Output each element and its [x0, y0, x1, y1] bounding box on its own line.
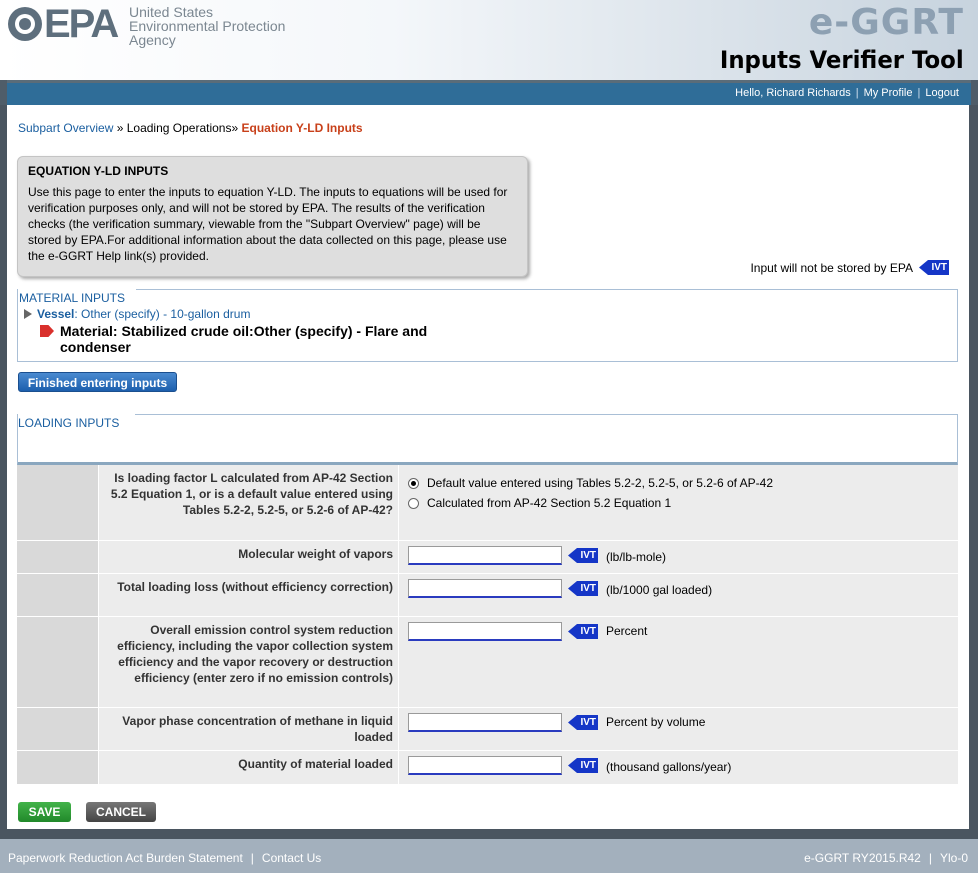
radio-default-value[interactable]: Default value entered using Tables 5.2-2… [408, 473, 773, 493]
app-name: e-GGRT [808, 2, 964, 43]
unit-label: Percent by volume [606, 715, 706, 729]
info-text: Use this page to enter the inputs to equ… [28, 185, 508, 263]
user-greeting: Hello, Richard Richards [735, 87, 851, 99]
loading-inputs-box [17, 414, 958, 466]
paperwork-link[interactable]: Paperwork Reduction Act Burden Statement [8, 851, 243, 865]
top-navbar: Hello, Richard Richards | My Profile | Logou… [0, 80, 978, 105]
cancel-button[interactable]: CANCEL [86, 802, 156, 822]
material-value: : Stabilized crude oil:Other (specify) -… [60, 323, 428, 355]
material-arrow-icon [40, 325, 54, 337]
version-text: e-GGRT RY2015.R42 [804, 851, 921, 865]
epa-flower-icon [8, 7, 42, 41]
row-label: Molecular weight of vapors [99, 541, 399, 573]
site-footer: Paperwork Reduction Act Burden Statement… [0, 839, 978, 873]
row-spacer [17, 574, 99, 616]
vessel-label: Vessel [37, 307, 75, 321]
finished-entering-inputs-button[interactable]: Finished entering inputs [18, 372, 177, 392]
loading-inputs-title: LOADING INPUTS [18, 416, 120, 430]
radio-label: Calculated from AP-42 Section 5.2 Equati… [427, 496, 672, 510]
expand-arrow-icon [24, 309, 32, 319]
breadcrumb-separator: » [113, 121, 127, 135]
footer-version: e-GGRT RY2015.R42 | Ylo-0 [804, 851, 968, 865]
methane-concentration-input[interactable] [408, 713, 562, 732]
version-code: Ylo-0 [939, 851, 968, 865]
radio-label: Default value entered using Tables 5.2-2… [427, 476, 773, 490]
ivt-tag-icon: IVT [568, 758, 598, 773]
section-divider [136, 289, 957, 290]
table-row: Overall emission control system reductio… [17, 617, 958, 708]
unit-label: (lb/lb-mole) [606, 550, 667, 564]
agency-line-3: Agency [129, 32, 176, 48]
vessel-value: : Other (specify) - 10-gallon drum [74, 307, 251, 321]
molecular-weight-input[interactable] [408, 546, 562, 565]
material-inputs-title: MATERIAL INPUTS [19, 291, 126, 305]
ivt-tag-icon: IVT [919, 260, 949, 275]
table-row: Vapor phase concentration of methane in … [17, 708, 958, 751]
row-input-cell: Default value entered using Tables 5.2-2… [399, 465, 958, 540]
material-label: Material [60, 323, 113, 339]
ivt-legend-text: Input will not be stored by EPA [750, 260, 913, 275]
info-box: EQUATION Y-LD INPUTS Use this page to en… [17, 156, 528, 277]
radio-button-selected[interactable] [408, 477, 419, 489]
table-row: Total loading loss (without efficiency c… [17, 574, 958, 617]
row-input-cell: IVT Percent by volume [399, 708, 958, 750]
breadcrumb-separator: » [231, 121, 242, 135]
unit-label: (thousand gallons/year) [606, 760, 732, 774]
ivt-tag-icon: IVT [568, 624, 598, 639]
agency-line-2: Environmental Protection [129, 18, 286, 34]
breadcrumb: Subpart Overview » Loading Operations» E… [18, 121, 363, 135]
app-subtitle: Inputs Verifier Tool [720, 46, 964, 74]
info-title: EQUATION Y-LD INPUTS [28, 164, 169, 178]
quantity-loaded-input[interactable] [408, 756, 562, 775]
epa-logo[interactable]: EPA [8, 2, 119, 46]
row-label: Overall emission control system reductio… [99, 617, 399, 707]
contact-us-link[interactable]: Contact Us [262, 851, 321, 865]
save-button[interactable]: SAVE [18, 802, 71, 822]
loading-inputs-table: Is loading factor L calculated from AP-4… [17, 465, 958, 785]
user-links: Hello, Richard Richards | My Profile | Logou… [735, 87, 959, 99]
table-row: Quantity of material loaded IVT (thousan… [17, 751, 958, 785]
breadcrumb-loading-operations: Loading Operations [126, 121, 232, 135]
material-row: Material: Stabilized crude oil:Other (sp… [40, 323, 500, 355]
row-label: Quantity of material loaded [99, 751, 399, 784]
row-input-cell: IVT (lb/1000 gal loaded) [399, 574, 958, 616]
vessel-row[interactable]: Vessel: Other (specify) - 10-gallon drum [24, 307, 250, 321]
row-input-cell: IVT (lb/lb-mole) [399, 541, 958, 573]
radio-calculated[interactable]: Calculated from AP-42 Section 5.2 Equati… [408, 493, 671, 513]
navbar-bar: Hello, Richard Richards | My Profile | Logou… [7, 80, 971, 105]
agency-line-1: United States [129, 4, 214, 20]
row-spacer [17, 751, 99, 784]
row-input-cell: IVT (thousand gallons/year) [399, 751, 958, 784]
breadcrumb-current: Equation Y-LD Inputs [241, 121, 363, 135]
footer-links: Paperwork Reduction Act Burden Statement… [8, 851, 322, 865]
row-label: Vapor phase concentration of methane in … [99, 708, 399, 750]
row-spacer [17, 708, 99, 750]
agency-name: United States Environmental Protection A… [129, 5, 285, 47]
section-divider [135, 414, 958, 415]
ivt-tag-icon: IVT [568, 581, 598, 596]
control-efficiency-input[interactable] [408, 622, 562, 641]
row-label: Total loading loss (without efficiency c… [99, 574, 399, 616]
unit-label: Percent [606, 624, 648, 638]
table-row: Is loading factor L calculated from AP-4… [17, 465, 958, 541]
row-spacer [17, 541, 99, 573]
row-spacer [17, 617, 99, 707]
site-header: EPA United States Environmental Protecti… [0, 0, 978, 80]
logout-link[interactable]: Logout [925, 87, 959, 99]
row-label: Is loading factor L calculated from AP-4… [99, 465, 399, 540]
unit-label: (lb/1000 gal loaded) [606, 583, 713, 597]
radio-button[interactable] [408, 497, 419, 509]
ivt-tag-icon: IVT [568, 715, 598, 730]
breadcrumb-subpart-overview[interactable]: Subpart Overview [18, 121, 113, 135]
epa-wordmark: EPA [44, 2, 119, 46]
total-loading-loss-input[interactable] [408, 579, 562, 598]
my-profile-link[interactable]: My Profile [864, 87, 913, 99]
table-row: Molecular weight of vapors IVT (lb/lb-mo… [17, 541, 958, 574]
row-spacer [17, 465, 99, 540]
ivt-tag-icon: IVT [568, 548, 598, 563]
row-input-cell: IVT Percent [399, 617, 958, 707]
material-inputs-section: MATERIAL INPUTS Vessel: Other (specify) … [17, 289, 958, 362]
ivt-legend: Input will not be stored by EPA IVT [750, 260, 949, 275]
